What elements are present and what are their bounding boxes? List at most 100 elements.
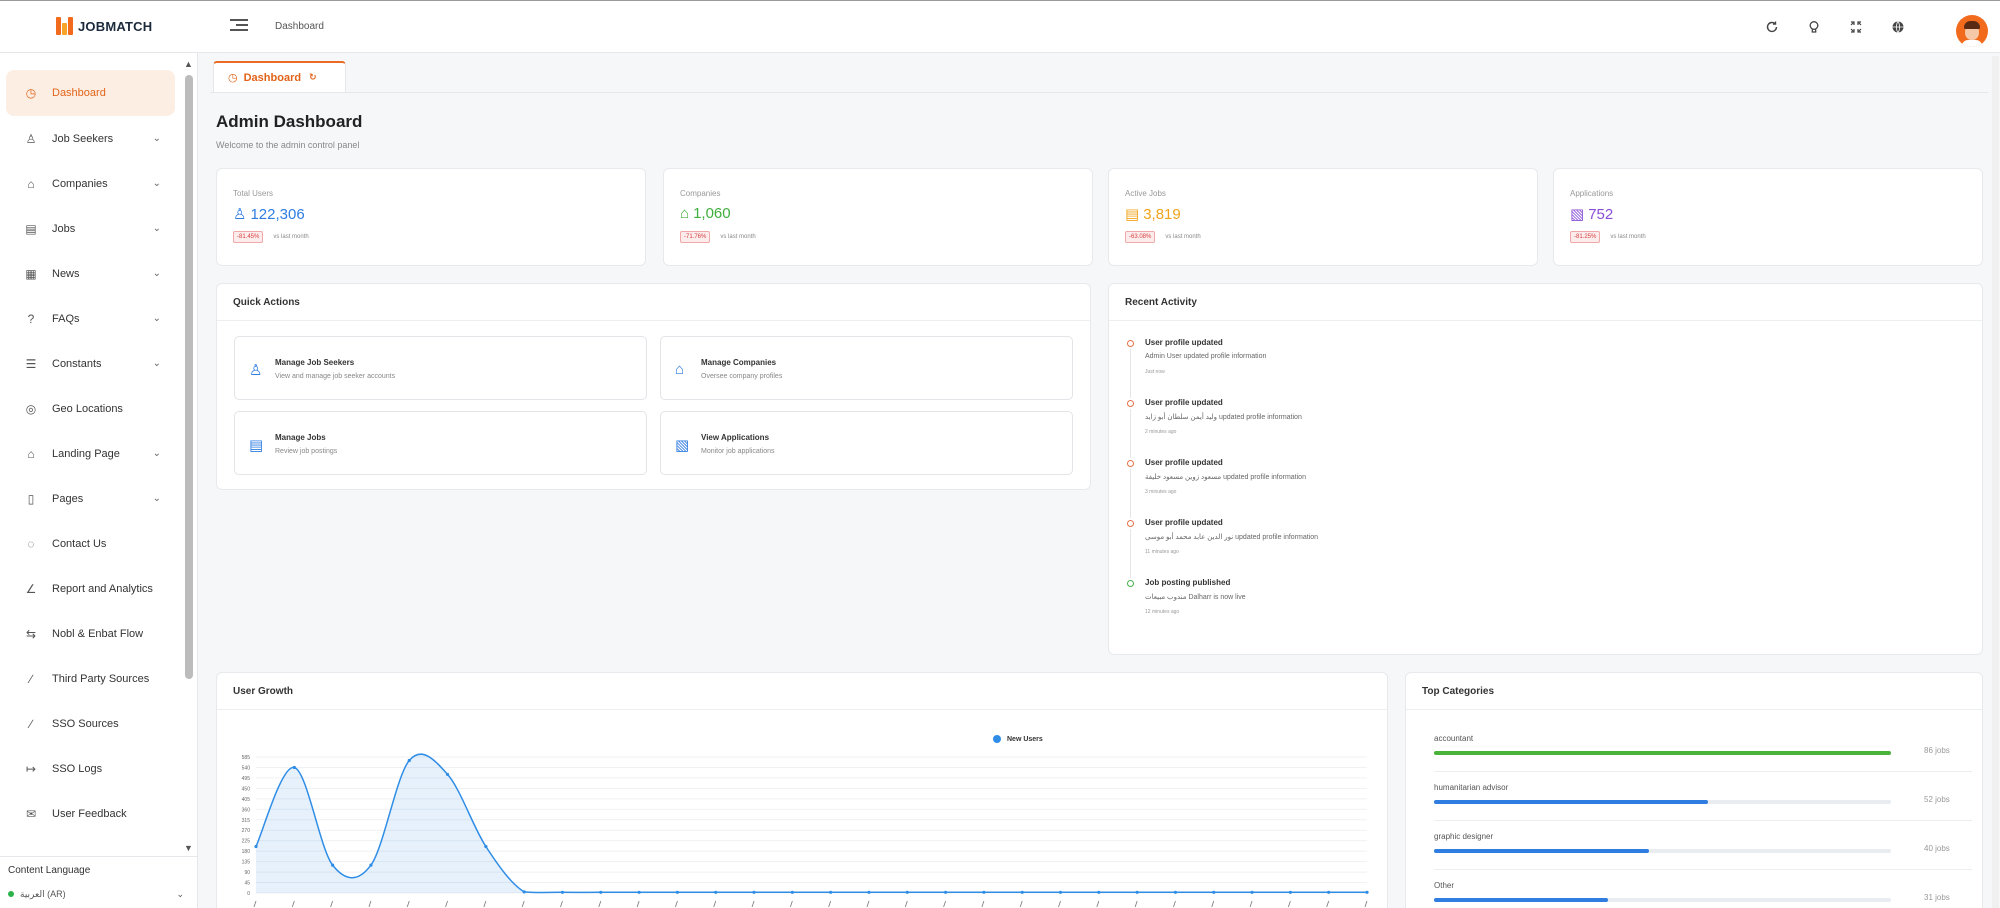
quick-action-manage-jobs[interactable]: ▤ Manage Jobs Review job postings [234,411,647,475]
data-point[interactable] [1212,890,1216,894]
data-point[interactable] [790,890,794,894]
breadcrumb: Dashboard [275,21,324,32]
quick-action-manage-job-seekers[interactable]: ♙ Manage Job Seekers View and manage job s… [234,336,647,400]
quick-action-manage-companies[interactable]: ⌂ Manage Companies Oversee company profile… [660,336,1073,400]
scroll-down-icon[interactable]: ▼ [184,843,193,853]
sidebar-item-faqs[interactable]: ? FAQs ⌄ [6,296,175,341]
sidebar-item-report-and-analytics[interactable]: ∠ Report and Analytics [6,566,175,611]
content-language-select[interactable]: العربية (AR) ⌄ [8,884,190,904]
sidebar-item-pages[interactable]: ▯ Pages ⌄ [6,476,175,521]
data-point[interactable] [1058,890,1063,894]
data-point[interactable] [1135,890,1139,894]
user-avatar[interactable] [1956,15,1988,47]
data-point[interactable] [599,890,603,894]
sidebar-item-contact-us[interactable]: ◌ Contact Us [6,521,175,566]
data-point[interactable] [407,758,411,763]
sidebar-item-geo-locations[interactable]: ◎ Geo Locations [6,386,175,431]
sidebar-item-label: Pages [52,492,84,505]
data-point[interactable] [522,890,526,894]
x-tick [1287,900,1291,908]
data-point[interactable] [369,863,373,867]
sidebar-item-dashboard[interactable]: ◷ Dashboard [6,70,175,116]
data-point[interactable] [560,890,565,894]
sidebar-item-user-feedback[interactable]: ✉ User Feedback [6,791,175,836]
data-point[interactable] [254,844,258,849]
sidebar-item-landing-page[interactable]: ⌂ Landing Page ⌄ [6,431,175,476]
x-tick [521,900,525,908]
data-point[interactable] [905,890,909,894]
page-scrollbar[interactable] [1991,56,2000,908]
stat-value-row: ⌂ 1,060 [680,205,731,222]
data-point[interactable] [1327,890,1331,894]
menu-toggle-icon[interactable] [230,19,248,35]
data-point[interactable] [637,890,641,894]
category-progress-fill [1434,849,1649,853]
data-point[interactable] [982,890,986,894]
sidebar-item-sso-sources[interactable]: ∕ SSO Sources [6,701,175,746]
data-point[interactable] [292,765,296,770]
sidebar-item-companies[interactable]: ⌂ Companies ⌄ [6,161,175,206]
y-tick-label: 450 [242,786,251,792]
stat-value: 122,306 [250,205,305,223]
x-tick [713,900,717,908]
x-tick [751,900,755,908]
activity-desc: مندوب مبيعات Dalharr is now live [1145,594,1246,601]
data-point[interactable] [714,890,718,894]
category-progress [1434,800,1891,804]
y-tick-label: 315 [242,818,251,824]
lightbulb-icon[interactable] [1804,17,1824,37]
reload-tab-icon[interactable]: ↻ [309,72,317,83]
tab-dashboard[interactable]: ◷ Dashboard ↻ [213,61,346,92]
data-point[interactable] [752,890,756,894]
x-tick [1134,900,1138,908]
activity-title: User profile updated [1145,338,1223,347]
stat-label: Applications [1570,189,1614,198]
data-point[interactable] [1250,890,1254,894]
sidebar-item-news[interactable]: ▦ News ⌄ [6,251,175,296]
change-badge: -63.08% [1125,231,1156,243]
sidebar-item-label: Geo Locations [52,402,123,415]
data-point[interactable] [829,890,833,894]
sidebar-item-constants[interactable]: ☰ Constants ⌄ [6,341,175,386]
category-progress [1434,898,1891,902]
scrollbar-thumb[interactable] [185,75,193,679]
sidebar-item-sso-logs[interactable]: ↦ SSO Logs [6,746,175,791]
activity-time: 11 minutes ago [1145,549,1179,555]
content-language: Content Language العربية (AR) ⌄ [0,856,198,904]
app-logo[interactable]: JOBMATCH [56,17,152,35]
sidebar-item-job-seekers[interactable]: ♙ Job Seekers ⌄ [6,116,175,161]
sidebar-item-jobs[interactable]: ▤ Jobs ⌄ [6,206,175,251]
quick-action-view-applications[interactable]: ▧ View Applications Monitor job applicatio… [660,411,1073,475]
globe-icon[interactable] [1888,17,1908,37]
sidebar-item-label: Third Party Sources [52,672,150,685]
sidebar-item-nobl-enbat-flow[interactable]: ⇆ Nobl & Enbat Flow [6,611,175,656]
user-icon: ♙ [233,206,247,223]
data-point[interactable] [867,890,871,894]
sidebar-item-third-party-sources[interactable]: ∕ Third Party Sources [6,656,175,701]
category-name: Other [1434,881,1455,890]
page-subtitle: Welcome to the admin control panel [216,140,360,150]
data-point[interactable] [445,772,450,777]
activity-time: 2 minutes ago [1145,429,1177,435]
data-point[interactable] [331,863,335,867]
data-point[interactable] [1173,890,1178,894]
data-point[interactable] [1288,890,1292,894]
fullscreen-icon[interactable] [1846,17,1866,37]
sidebar-item-label: SSO Logs [52,762,103,775]
y-tick-label: 585 [242,755,251,761]
sidebar-item-label: Nobl & Enbat Flow [52,627,144,640]
scroll-up-icon[interactable]: ▲ [184,59,193,69]
sidebar-scrollbar[interactable]: ▲ ▼ [184,59,194,853]
logo-icon [56,17,74,35]
refresh-icon[interactable] [1762,17,1782,37]
data-point[interactable] [1020,890,1024,894]
help-icon: ? [27,311,35,326]
feedback-icon: ✉ [25,806,37,821]
data-point[interactable] [484,844,488,849]
top-bar: JOBMATCH Dashboard [0,0,2000,53]
data-point[interactable] [1097,890,1101,894]
data-point[interactable] [675,890,680,894]
data-point[interactable] [1365,890,1369,894]
stat-value: 1,060 [693,205,731,222]
data-point[interactable] [943,890,948,894]
